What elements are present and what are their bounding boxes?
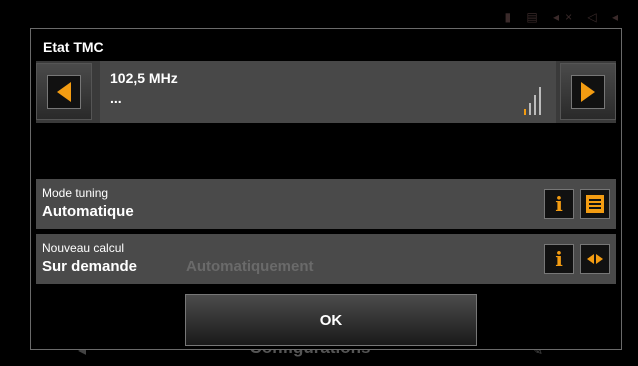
info-icon: i (555, 247, 563, 271)
arrow-right-icon (571, 74, 605, 109)
previous-station-button[interactable] (36, 63, 92, 120)
mode-tuning-info-button[interactable]: i (544, 189, 574, 219)
recalculation-row: Nouveau calcul Sur demande Automatiqueme… (36, 234, 616, 284)
station-row: 102,5 MHz ... (36, 61, 616, 123)
station-rds-text: ... (110, 90, 122, 106)
mode-tuning-list-button[interactable] (580, 189, 610, 219)
recalculation-alt-value: Automatiquement (186, 258, 314, 275)
mode-tuning-value: Automatique (42, 203, 134, 220)
list-icon (586, 195, 604, 213)
recalculation-label: Nouveau calcul (42, 241, 125, 255)
dialog-title: Etat TMC (43, 39, 104, 55)
recalculation-value: Sur demande (42, 258, 138, 275)
mode-tuning-row: Mode tuning Automatique i (36, 179, 616, 229)
left-right-arrows-icon (587, 254, 603, 264)
signal-strength-icon (524, 83, 546, 115)
station-frequency: 102,5 MHz (110, 70, 178, 86)
status-icons: ▮ ▤ ◂× ◁ ◂ (504, 10, 624, 24)
info-icon: i (555, 192, 563, 216)
mode-tuning-label: Mode tuning (42, 186, 109, 200)
tmc-dialog: Etat TMC 102,5 MHz ... Mode tuning Autom… (30, 28, 622, 350)
arrow-left-icon (47, 74, 81, 109)
station-info: 102,5 MHz ... (100, 61, 556, 123)
recalculation-toggle-button[interactable] (580, 244, 610, 274)
ok-button[interactable]: OK (185, 294, 477, 346)
next-station-button[interactable] (560, 63, 616, 120)
recalculation-info-button[interactable]: i (544, 244, 574, 274)
